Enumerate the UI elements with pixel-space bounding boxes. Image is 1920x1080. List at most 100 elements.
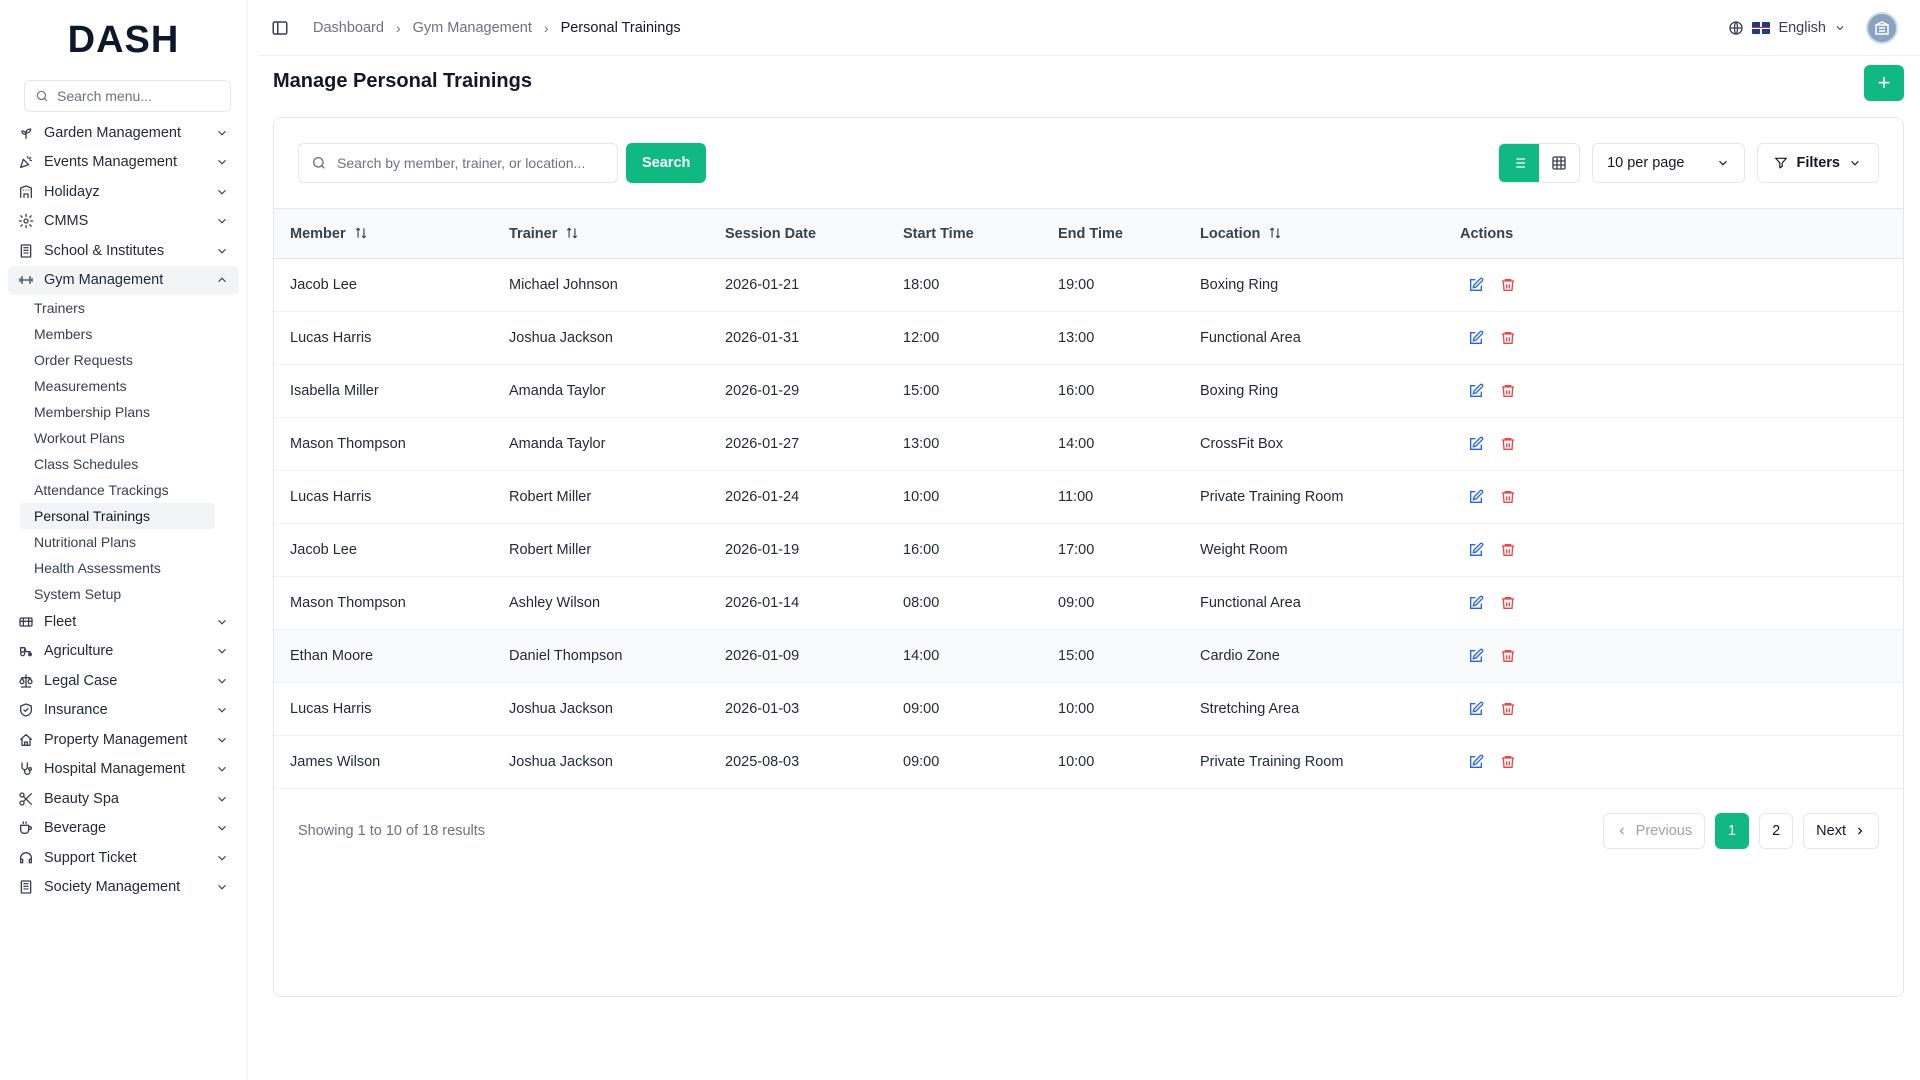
- edit-icon[interactable]: [1468, 648, 1484, 664]
- page-button-1[interactable]: 1: [1715, 813, 1750, 849]
- cell-trainer: Robert Miller: [493, 470, 709, 524]
- cell-end: 16:00: [1042, 364, 1184, 418]
- table-footer: Showing 1 to 10 of 18 results Previous 1…: [274, 789, 1903, 873]
- submenu-item-trainers[interactable]: Trainers: [20, 295, 215, 321]
- sidebar-item-holidayz[interactable]: Holidayz: [8, 177, 239, 207]
- chevron-left-icon: [1619, 827, 1624, 835]
- submenu-item-personal-trainings[interactable]: Personal Trainings: [20, 503, 215, 529]
- column-header-member[interactable]: Member: [274, 209, 493, 259]
- dumbbell-icon: [18, 272, 34, 288]
- sidebar-search-input[interactable]: Search menu...: [24, 80, 231, 112]
- column-header-trainer[interactable]: Trainer: [493, 209, 709, 259]
- truck-icon: [18, 614, 34, 630]
- page-title: Manage Personal Trainings: [273, 70, 532, 92]
- globe-icon: [1729, 20, 1744, 35]
- filters-button[interactable]: Filters: [1757, 143, 1879, 183]
- edit-icon[interactable]: [1468, 436, 1484, 452]
- sidebar-item-school-and-institutes[interactable]: School & Institutes: [8, 236, 239, 266]
- search-input[interactable]: Search by member, trainer, or location..…: [298, 143, 618, 183]
- trash-icon[interactable]: [1500, 277, 1516, 293]
- breadcrumb-gym-management[interactable]: Gym Management: [413, 20, 532, 36]
- uk-flag-icon: [1752, 21, 1771, 34]
- sidebar-item-property-management[interactable]: Property Management: [8, 725, 239, 755]
- sidebar-item-legal-case[interactable]: Legal Case: [8, 666, 239, 696]
- trash-icon[interactable]: [1500, 542, 1516, 558]
- edit-icon[interactable]: [1468, 542, 1484, 558]
- sidebar-item-insurance[interactable]: Insurance: [8, 696, 239, 726]
- column-header-end-time: End Time: [1058, 225, 1123, 242]
- sidebar-item-events-management[interactable]: Events Management: [8, 148, 239, 178]
- submenu-item-members[interactable]: Members: [20, 321, 215, 347]
- trash-icon[interactable]: [1500, 648, 1516, 664]
- trash-icon[interactable]: [1500, 383, 1516, 399]
- sidebar-toggle-icon[interactable]: [271, 19, 289, 37]
- list-view-button[interactable]: [1499, 144, 1540, 182]
- sort-icon[interactable]: [565, 226, 579, 240]
- sidebar-item-label: Legal Case: [44, 672, 118, 689]
- edit-icon[interactable]: [1468, 277, 1484, 293]
- next-page-button[interactable]: Next: [1803, 813, 1879, 849]
- submenu-item-workout-plans[interactable]: Workout Plans: [20, 425, 215, 451]
- edit-icon[interactable]: [1468, 330, 1484, 346]
- edit-icon[interactable]: [1468, 383, 1484, 399]
- submenu-item-system-setup[interactable]: System Setup: [20, 581, 215, 607]
- sort-icon[interactable]: [1268, 226, 1282, 240]
- search-placeholder: Search by member, trainer, or location..…: [337, 155, 586, 171]
- edit-icon[interactable]: [1468, 595, 1484, 611]
- column-header-location[interactable]: Location: [1184, 209, 1444, 259]
- edit-icon[interactable]: [1468, 701, 1484, 717]
- trash-icon[interactable]: [1500, 701, 1516, 717]
- cell-trainer: Ashley Wilson: [493, 576, 709, 630]
- sidebar-item-beverage[interactable]: Beverage: [8, 814, 239, 844]
- row-actions: [1460, 542, 1903, 558]
- avatar[interactable]: [1866, 11, 1898, 44]
- add-personal-training-button[interactable]: +: [1864, 65, 1904, 101]
- sidebar-item-cmms[interactable]: CMMS: [8, 207, 239, 237]
- language-selector[interactable]: English: [1728, 20, 1846, 36]
- submenu-item-nutritional-plans[interactable]: Nutritional Plans: [20, 529, 215, 555]
- submenu-item-measurements[interactable]: Measurements: [20, 373, 215, 399]
- logo[interactable]: DASH: [0, 0, 247, 80]
- search-button[interactable]: Search: [626, 143, 707, 183]
- scissors-icon: [18, 791, 34, 807]
- search-icon: [36, 90, 48, 102]
- sidebar-item-beauty-spa[interactable]: Beauty Spa: [8, 784, 239, 814]
- grid-view-button[interactable]: [1539, 144, 1579, 182]
- table-row: Jacob Lee Michael Johnson 2026-01-21 18:00 1…: [274, 258, 1903, 312]
- trash-icon[interactable]: [1500, 595, 1516, 611]
- page-button-2[interactable]: 2: [1759, 813, 1794, 849]
- view-toggle: [1498, 143, 1581, 183]
- breadcrumb-dashboard[interactable]: Dashboard: [313, 20, 384, 36]
- cell-trainer: Joshua Jackson: [493, 735, 709, 789]
- edit-icon[interactable]: [1468, 489, 1484, 505]
- submenu-item-attendance-trackings[interactable]: Attendance Trackings: [20, 477, 215, 503]
- sidebar-item-garden-management[interactable]: Garden Management: [8, 118, 239, 148]
- sidebar-item-label: School & Institutes: [44, 242, 165, 259]
- trash-icon[interactable]: [1500, 436, 1516, 452]
- cell-location: Functional Area: [1184, 311, 1444, 365]
- cell-end: 15:00: [1042, 629, 1184, 683]
- sidebar-item-gym-management[interactable]: Gym Management: [8, 265, 239, 295]
- submenu-item-class-schedules[interactable]: Class Schedules: [20, 451, 215, 477]
- sidebar-item-hospital-management[interactable]: Hospital Management: [8, 755, 239, 785]
- sidebar-item-support-ticket[interactable]: Support Ticket: [8, 843, 239, 873]
- trash-icon[interactable]: [1500, 754, 1516, 770]
- submenu-item-order-requests[interactable]: Order Requests: [20, 347, 215, 373]
- cell-start: 13:00: [887, 417, 1042, 471]
- sidebar-item-label: Garden Management: [44, 124, 182, 141]
- table-row: Ethan Moore Daniel Thompson 2026-01-09 14:0…: [274, 629, 1903, 683]
- trash-icon[interactable]: [1500, 489, 1516, 505]
- sidebar-item-agriculture[interactable]: Agriculture: [8, 637, 239, 667]
- edit-icon[interactable]: [1468, 754, 1484, 770]
- sidebar-item-label: Beverage: [44, 820, 107, 837]
- trash-icon[interactable]: [1500, 330, 1516, 346]
- sort-icon[interactable]: [354, 226, 368, 240]
- sidebar-item-society-management[interactable]: Society Management: [8, 873, 239, 903]
- toolbar: Search by member, trainer, or location..…: [274, 118, 1903, 208]
- sidebar-item-fleet[interactable]: Fleet: [8, 607, 239, 637]
- per-page-select[interactable]: 10 per page: [1592, 143, 1746, 183]
- row-actions: [1460, 277, 1903, 293]
- submenu-item-membership-plans[interactable]: Membership Plans: [20, 399, 215, 425]
- previous-page-button[interactable]: Previous: [1602, 813, 1706, 849]
- submenu-item-health-assessments[interactable]: Health Assessments: [20, 555, 215, 581]
